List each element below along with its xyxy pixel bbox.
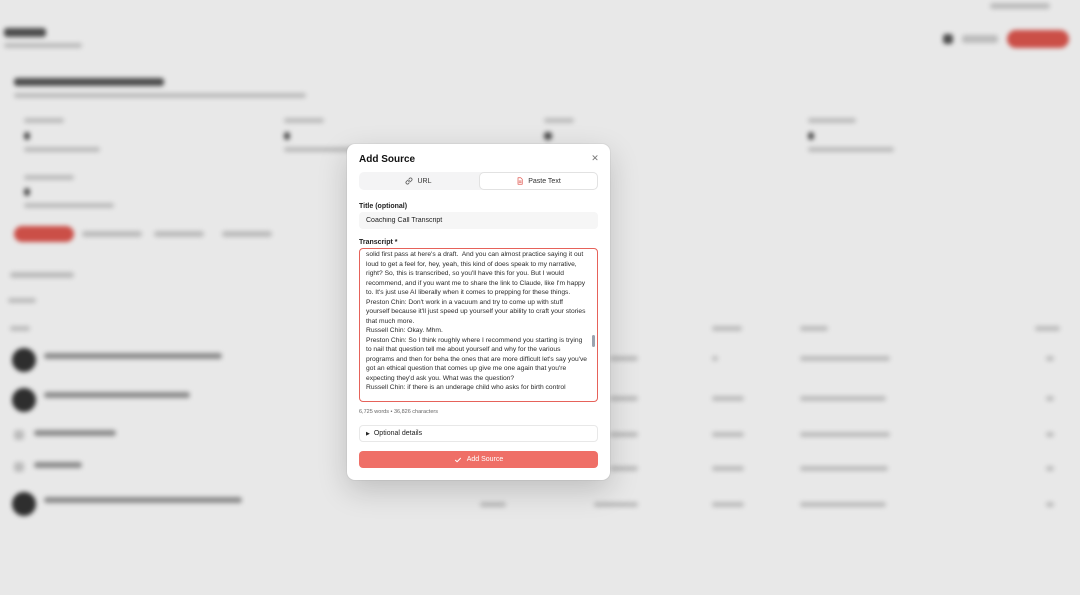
title-field-label: Title (optional) [359,203,408,210]
tab-url-label: URL [417,177,432,185]
transcript-textarea[interactable]: solid first pass at here's a draft. And … [359,248,598,402]
word-character-count: 6,725 words • 36,826 characters [359,409,438,415]
disclosure-triangle-icon: ▶ [366,430,370,437]
document-icon [517,177,523,185]
transcript-text: solid first pass at here's a draft. And … [366,251,588,391]
link-icon [406,177,413,185]
check-icon [454,457,461,462]
tab-paste-text-label: Paste Text [528,177,561,185]
tab-url[interactable]: URL [360,173,477,189]
add-source-button-label: Add Source [466,456,504,463]
textarea-scrollbar[interactable] [592,335,595,347]
transcript-field-label: Transcript * [359,239,398,246]
tab-paste-text[interactable]: Paste Text [480,173,597,189]
dialog-title: Add Source [359,154,416,165]
title-input[interactable] [359,212,598,229]
optional-details-label: Optional details [373,430,423,437]
close-icon[interactable]: ✕ [590,153,600,163]
source-type-tabs: URL Paste Text [359,172,598,190]
optional-details-toggle[interactable]: ▶ Optional details [359,425,598,442]
add-source-button[interactable]: Add Source [359,451,598,468]
add-source-dialog: Add Source ✕ URL Paste Text Title (optio… [347,144,610,480]
